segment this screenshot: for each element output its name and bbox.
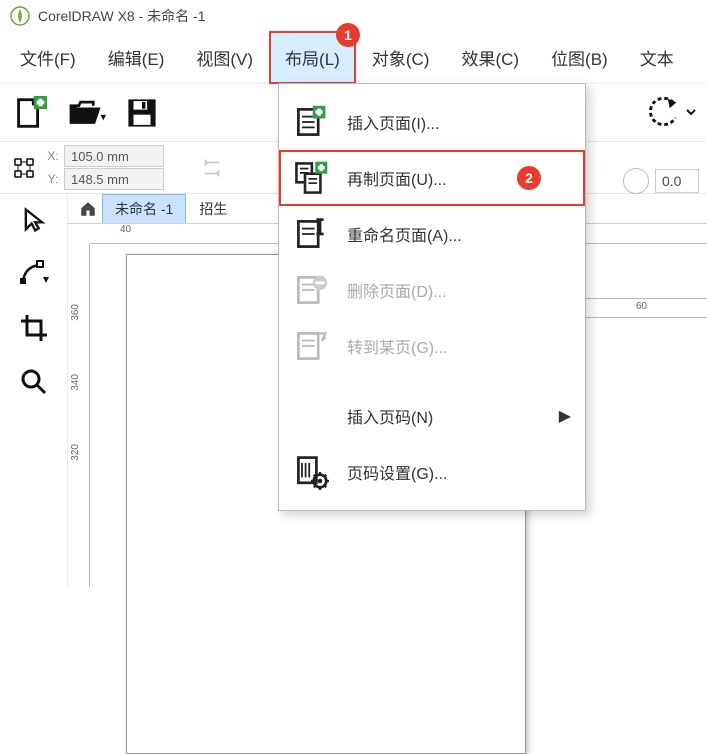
duplicate-page-icon — [293, 160, 329, 196]
page-setup-icon — [293, 454, 329, 490]
menu-layout[interactable]: 布局(L) 1 — [269, 31, 356, 84]
zoom-tool[interactable] — [16, 364, 52, 400]
undo-dropdown[interactable] — [645, 95, 697, 129]
blank-icon — [293, 398, 329, 434]
coreldraw-logo-icon — [10, 6, 30, 26]
ruler-vertical: 360 340 320 — [68, 244, 90, 587]
coord-group: X: Y: — [46, 145, 164, 190]
ellipse-icon — [623, 168, 649, 194]
new-document-button[interactable] — [10, 93, 50, 133]
menu-bar: 文件(F) 编辑(E) 视图(V) 布局(L) 1 对象(C) 效果(C) 位图… — [0, 32, 707, 84]
y-input[interactable] — [64, 168, 164, 190]
menu-goto-page-label: 转到某页(G)... — [347, 334, 447, 358]
menu-delete-page: 删除页面(D)... — [279, 262, 585, 318]
delete-page-icon — [293, 272, 329, 308]
app-title: CorelDRAW X8 - 未命名 -1 — [38, 6, 206, 26]
menu-text[interactable]: 文本 — [624, 31, 690, 84]
menu-page-setup-label: 页码设置(G)... — [347, 460, 447, 484]
size-lock-icon — [200, 148, 224, 188]
tab-second[interactable]: 招生 — [186, 194, 240, 223]
menu-duplicate-page-label: 再制页面(U)... — [347, 166, 447, 190]
layout-dropdown: 插入页面(I)... 再制页面(U)... 2 — [278, 83, 586, 511]
y-label: Y: — [46, 172, 60, 186]
tool-panel — [0, 194, 68, 587]
save-button[interactable] — [122, 93, 162, 133]
position-icon — [10, 148, 38, 188]
pick-tool[interactable] — [16, 202, 52, 238]
menu-page-setup[interactable]: 页码设置(G)... — [279, 444, 585, 500]
menu-rename-page[interactable]: 重命名页面(A)... — [279, 206, 585, 262]
goto-page-icon — [293, 328, 329, 364]
menu-object[interactable]: 对象(C) — [356, 31, 446, 84]
insert-page-icon — [293, 104, 329, 140]
shape-tool[interactable] — [16, 256, 52, 292]
right-value[interactable]: 0.0 — [655, 169, 699, 193]
open-button[interactable] — [66, 93, 106, 133]
menu-insert-pagenum[interactable]: 插入页码(N) ▶ — [279, 388, 585, 444]
menu-edit[interactable]: 编辑(E) — [92, 31, 181, 84]
menu-bitmap[interactable]: 位图(B) — [535, 31, 624, 84]
right-field: 0.0 — [623, 168, 699, 194]
menu-insert-page-label: 插入页面(I)... — [347, 110, 439, 134]
menu-insert-page[interactable]: 插入页面(I)... — [279, 94, 585, 150]
menu-view[interactable]: 视图(V) — [180, 31, 269, 84]
rename-page-icon — [293, 216, 329, 252]
ruler-ext: 60 — [586, 298, 707, 318]
annotation-badge-2: 2 — [517, 166, 541, 190]
menu-delete-page-label: 删除页面(D)... — [347, 278, 447, 302]
chevron-down-icon — [685, 106, 697, 118]
menu-duplicate-page[interactable]: 再制页面(U)... 2 — [279, 150, 585, 206]
x-label: X: — [46, 149, 60, 163]
menu-goto-page: 转到某页(G)... — [279, 318, 585, 374]
menu-insert-pagenum-label: 插入页码(N) — [347, 404, 433, 428]
tab-home-icon[interactable] — [74, 195, 102, 223]
menu-file[interactable]: 文件(F) — [4, 31, 92, 84]
menu-rename-page-label: 重命名页面(A)... — [347, 222, 462, 246]
x-input[interactable] — [64, 145, 164, 167]
crop-tool[interactable] — [16, 310, 52, 346]
submenu-arrow-icon: ▶ — [559, 406, 571, 426]
menu-effect[interactable]: 效果(C) — [445, 31, 535, 84]
tab-unnamed[interactable]: 未命名 -1 — [102, 194, 186, 223]
